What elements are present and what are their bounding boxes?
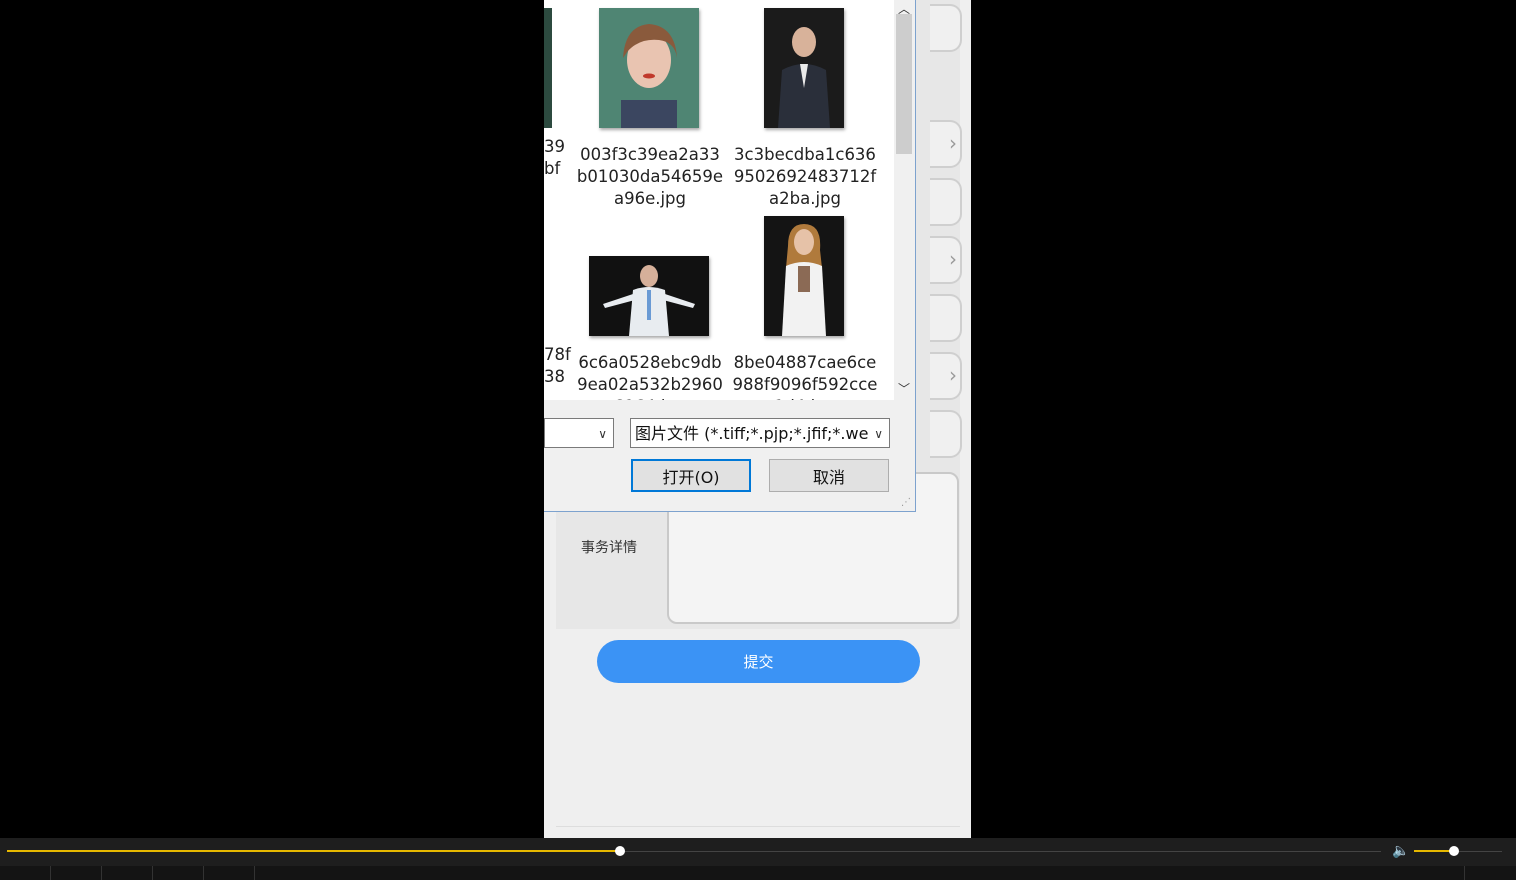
progress-fill: [7, 850, 620, 852]
portrait-image: [764, 216, 844, 336]
chevron-right-icon: ›: [949, 131, 957, 155]
open-button[interactable]: 打开(O): [631, 459, 751, 492]
portrait-image: [589, 256, 709, 336]
portrait-image: [599, 8, 699, 128]
divider: [152, 866, 153, 880]
file-name: 6c6a0528ebc9db9ea02a532b29606164.jpg: [577, 353, 723, 400]
form-field[interactable]: [930, 294, 962, 342]
file-thumbnail: [599, 8, 699, 128]
filename-combobox[interactable]: ∨: [544, 418, 614, 448]
file-name: 003f3c39ea2a33b01030da54659ea96e.jpg: [576, 145, 724, 208]
volume-icon[interactable]: 🔈: [1392, 843, 1409, 859]
scroll-down-icon[interactable]: ﹀: [894, 380, 914, 396]
player-bar: 🔈: [0, 838, 1516, 880]
chevron-right-icon: ›: [949, 247, 957, 271]
vertical-scrollbar[interactable]: ︿ ﹀: [894, 0, 914, 400]
divider: [101, 866, 102, 880]
file-list[interactable]: 39 bf 78f 38 003f3c39ea2a33b01030da54659…: [544, 0, 894, 400]
file-item[interactable]: 8be04887cae6ce988f9096f592cce1d4.jpg: [730, 216, 880, 400]
progress-handle[interactable]: [614, 846, 625, 856]
portrait-image: [764, 8, 844, 128]
filetype-value: 图片文件 (*.tiff;*.pjp;*.jfif;*.we: [635, 424, 869, 443]
partial-thumbnail[interactable]: [544, 8, 552, 128]
volume-handle[interactable]: [1448, 846, 1459, 856]
filetype-select[interactable]: 图片文件 (*.tiff;*.pjp;*.jfif;*.we ∨: [630, 418, 890, 448]
file-item[interactable]: 3c3becdba1c6369502692483712fa2ba.jpg: [730, 8, 880, 208]
divider: [1464, 866, 1465, 880]
chevron-right-icon: ›: [949, 363, 957, 387]
chevron-down-icon: ∨: [598, 427, 607, 441]
detail-label: 事务详情: [581, 540, 637, 556]
resize-grip-icon[interactable]: ⋰: [901, 497, 913, 509]
file-open-dialog: 39 bf 78f 38 003f3c39ea2a33b01030da54659…: [544, 0, 916, 512]
divider: [50, 866, 51, 880]
form-field[interactable]: [930, 4, 962, 52]
file-item[interactable]: 003f3c39ea2a33b01030da54659ea96e.jpg: [575, 8, 725, 208]
cancel-button[interactable]: 取消: [769, 459, 889, 492]
partial-filename: 78f 38: [544, 345, 571, 386]
divider: [556, 826, 960, 827]
file-item[interactable]: 6c6a0528ebc9db9ea02a532b29606164.jpg: [575, 216, 725, 400]
form-field[interactable]: [930, 178, 962, 226]
divider: [203, 866, 204, 880]
file-thumbnail: [589, 256, 709, 336]
volume-fill: [1414, 850, 1454, 852]
scrollbar-thumb[interactable]: [896, 14, 912, 154]
file-thumbnail: [764, 216, 844, 336]
file-thumbnail: [764, 8, 844, 128]
form-field[interactable]: [930, 410, 962, 458]
submit-button[interactable]: 提交: [597, 640, 920, 683]
chevron-down-icon: ∨: [874, 427, 883, 441]
file-name: 3c3becdba1c6369502692483712fa2ba.jpg: [733, 145, 877, 208]
divider: [254, 866, 255, 880]
partial-filename: 39 bf: [544, 137, 565, 178]
control-strip: [0, 866, 1516, 880]
file-name: 8be04887cae6ce988f9096f592cce1d4.jpg: [732, 353, 878, 400]
